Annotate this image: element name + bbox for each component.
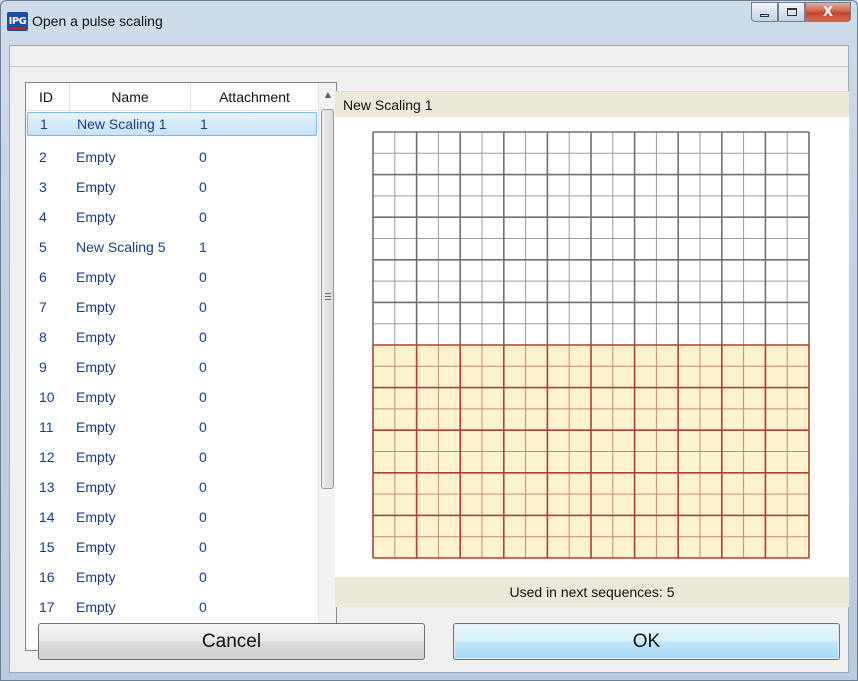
- cell-attachment: 0: [199, 269, 207, 285]
- window-title: Open a pulse scaling: [32, 13, 163, 29]
- cell-id: 13: [39, 479, 55, 495]
- minimize-button[interactable]: [751, 2, 778, 22]
- cell-attachment: 0: [199, 389, 207, 405]
- cell-attachment: 0: [199, 359, 207, 375]
- list-item[interactable]: 9 Empty 0: [26, 352, 318, 382]
- cell-name: Empty: [76, 419, 116, 435]
- cell-name: New Scaling 5: [76, 239, 166, 255]
- ipg-logo-icon: IPG: [7, 12, 28, 31]
- cell-name: Empty: [76, 389, 116, 405]
- cell-name: Empty: [76, 599, 116, 615]
- cell-name: Empty: [76, 509, 116, 525]
- list-item[interactable]: 5 New Scaling 5 1: [26, 232, 318, 262]
- cell-id: 4: [39, 209, 47, 225]
- list-item[interactable]: 10 Empty 0: [26, 382, 318, 412]
- divider: [10, 66, 848, 67]
- cell-id: 15: [39, 539, 55, 555]
- cell-attachment: 0: [199, 299, 207, 315]
- list-rows: 1 New Scaling 1 1 2 Empty 0 3 Empty 0 4 Empty 0 5 New…: [26, 112, 318, 622]
- list-item[interactable]: 8 Empty 0: [26, 322, 318, 352]
- cell-attachment: 0: [199, 599, 207, 615]
- column-header-name[interactable]: Name: [70, 83, 191, 111]
- scroll-thumb[interactable]: [321, 109, 334, 489]
- cell-name: Empty: [76, 209, 116, 225]
- cell-name: Empty: [76, 569, 116, 585]
- minimize-icon: [760, 13, 769, 17]
- cell-id: 12: [39, 449, 55, 465]
- cell-name: Empty: [76, 359, 116, 375]
- cell-id: 7: [39, 299, 47, 315]
- list-item[interactable]: 3 Empty 0: [26, 172, 318, 202]
- list-scrollbar[interactable]: ▲ ▼: [318, 83, 336, 650]
- list-item[interactable]: 6 Empty 0: [26, 262, 318, 292]
- list-item[interactable]: 1 New Scaling 1 1: [27, 112, 317, 136]
- list-header: ID Name Attachment: [26, 83, 318, 111]
- cell-attachment: 0: [199, 449, 207, 465]
- ok-button[interactable]: OK: [453, 623, 840, 660]
- column-header-id[interactable]: ID: [26, 83, 70, 111]
- cell-id: 8: [39, 329, 47, 345]
- dialog-window: IPG Open a pulse scaling X ID Name Attac…: [0, 0, 858, 681]
- usage-status: Used in next sequences: 5: [335, 577, 849, 607]
- cell-attachment: 1: [200, 116, 208, 132]
- scaling-preview: [335, 117, 849, 577]
- cell-id: 16: [39, 569, 55, 585]
- cell-name: Empty: [76, 299, 116, 315]
- cell-id: 2: [39, 149, 47, 165]
- list-item[interactable]: 15 Empty 0: [26, 532, 318, 562]
- close-button[interactable]: X: [805, 2, 851, 22]
- caption-buttons: X: [751, 2, 851, 22]
- cell-attachment: 0: [199, 149, 207, 165]
- cell-attachment: 0: [199, 509, 207, 525]
- cell-id: 17: [39, 599, 55, 615]
- cell-id: 11: [39, 419, 54, 435]
- cell-name: New Scaling 1: [77, 116, 167, 132]
- cell-attachment: 1: [199, 239, 207, 255]
- cell-attachment: 0: [199, 179, 207, 195]
- column-header-attachment[interactable]: Attachment: [191, 83, 318, 111]
- grip-icon: [325, 293, 331, 301]
- cell-id: 3: [39, 179, 47, 195]
- title-bar[interactable]: IPG Open a pulse scaling X: [1, 1, 857, 45]
- preview-title: New Scaling 1: [335, 91, 849, 117]
- scaling-grid: [372, 131, 810, 559]
- list-item[interactable]: 13 Empty 0: [26, 472, 318, 502]
- maximize-button[interactable]: [778, 2, 805, 22]
- list-item[interactable]: 4 Empty 0: [26, 202, 318, 232]
- list-item[interactable]: 12 Empty 0: [26, 442, 318, 472]
- list-item[interactable]: 2 Empty 0: [26, 142, 318, 172]
- cell-attachment: 0: [199, 329, 207, 345]
- cell-name: Empty: [76, 479, 116, 495]
- cell-attachment: 0: [199, 209, 207, 225]
- scaling-list[interactable]: ID Name Attachment 1 New Scaling 1 1 2 Empty…: [25, 82, 337, 651]
- cell-name: Empty: [76, 269, 116, 285]
- dialog-client-area: ID Name Attachment 1 New Scaling 1 1 2 Empty…: [9, 45, 849, 673]
- list-item[interactable]: 17 Empty 0: [26, 592, 318, 622]
- cell-name: Empty: [76, 329, 116, 345]
- maximize-icon: [786, 8, 797, 16]
- cell-id: 9: [39, 359, 47, 375]
- close-icon: X: [822, 4, 834, 20]
- cell-attachment: 0: [199, 539, 207, 555]
- cell-id: 5: [39, 239, 47, 255]
- list-item[interactable]: 14 Empty 0: [26, 502, 318, 532]
- cell-attachment: 0: [199, 569, 207, 585]
- cell-attachment: 0: [199, 419, 207, 435]
- list-item[interactable]: 11 Empty 0: [26, 412, 318, 442]
- cancel-button[interactable]: Cancel: [38, 623, 425, 660]
- list-item[interactable]: 7 Empty 0: [26, 292, 318, 322]
- cell-id: 14: [39, 509, 55, 525]
- cell-id: 6: [39, 269, 47, 285]
- cell-name: Empty: [76, 179, 116, 195]
- cell-id: 1: [40, 116, 48, 132]
- cell-name: Empty: [76, 449, 116, 465]
- cell-name: Empty: [76, 149, 116, 165]
- cell-name: Empty: [76, 539, 116, 555]
- cell-attachment: 0: [199, 479, 207, 495]
- cell-id: 10: [39, 389, 55, 405]
- list-item[interactable]: 16 Empty 0: [26, 562, 318, 592]
